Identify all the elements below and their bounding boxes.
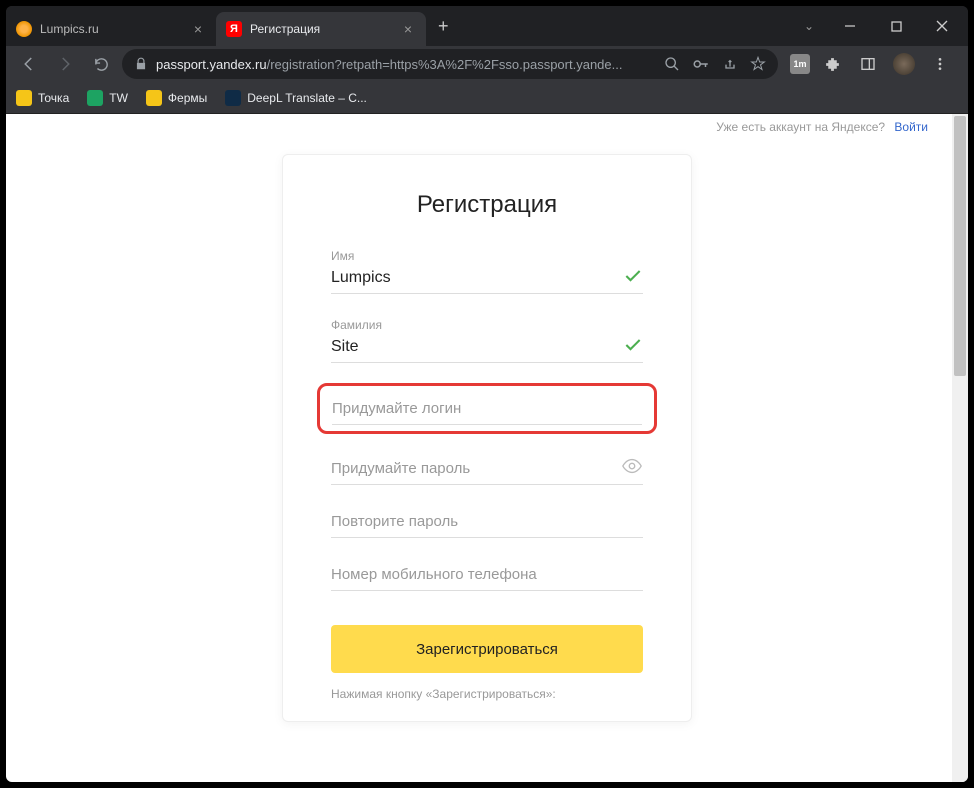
star-icon[interactable] bbox=[750, 56, 766, 72]
repeat-password-field bbox=[331, 509, 643, 538]
eye-icon[interactable] bbox=[621, 455, 643, 477]
extension-1m-icon[interactable]: 1m bbox=[790, 54, 810, 74]
header-login-row: Уже есть аккаунт на Яндексе? Войти bbox=[716, 120, 928, 134]
favicon-yandex: Я bbox=[226, 21, 242, 37]
bookmarks-bar: Точка TW Фермы DeepL Translate – C... bbox=[6, 82, 968, 114]
name-input[interactable] bbox=[331, 265, 643, 294]
tab-title: Lumpics.ru bbox=[40, 22, 184, 36]
repeat-password-input[interactable] bbox=[331, 509, 643, 538]
forward-button[interactable] bbox=[50, 49, 80, 79]
share-icon[interactable] bbox=[722, 56, 738, 72]
surname-field: Фамилия bbox=[331, 318, 643, 363]
url-text: passport.yandex.ru/registration?retpath=… bbox=[156, 57, 656, 72]
tab-dropdown-icon[interactable]: ⌄ bbox=[790, 19, 828, 33]
login-link[interactable]: Войти bbox=[894, 120, 928, 134]
close-icon[interactable]: × bbox=[400, 21, 416, 37]
registration-card: Регистрация Имя Фамилия bbox=[282, 154, 692, 722]
address-bar-row: passport.yandex.ru/registration?retpath=… bbox=[6, 46, 968, 82]
search-icon[interactable] bbox=[664, 56, 680, 72]
profile-avatar[interactable] bbox=[890, 50, 918, 78]
minimize-button[interactable] bbox=[828, 10, 872, 42]
check-icon bbox=[623, 335, 643, 355]
scrollbar[interactable] bbox=[952, 114, 968, 782]
panel-icon[interactable] bbox=[854, 50, 882, 78]
surname-input[interactable] bbox=[331, 334, 643, 363]
name-label: Имя bbox=[331, 249, 643, 263]
bookmark-tochka[interactable]: Точка bbox=[16, 90, 69, 106]
menu-icon[interactable] bbox=[926, 50, 954, 78]
bookmark-deepl[interactable]: DeepL Translate – C... bbox=[225, 90, 367, 106]
page-title: Регистрация bbox=[331, 191, 643, 219]
maximize-button[interactable] bbox=[874, 10, 918, 42]
address-bar[interactable]: passport.yandex.ru/registration?retpath=… bbox=[122, 49, 778, 79]
tab-lumpics[interactable]: Lumpics.ru × bbox=[6, 12, 216, 46]
login-highlight bbox=[317, 383, 657, 434]
login-field bbox=[332, 396, 642, 425]
check-icon bbox=[623, 266, 643, 286]
back-button[interactable] bbox=[14, 49, 44, 79]
bookmark-tw[interactable]: TW bbox=[87, 90, 128, 106]
phone-input[interactable] bbox=[331, 562, 643, 591]
page-viewport: Уже есть аккаунт на Яндексе? Войти Регис… bbox=[6, 114, 968, 782]
extensions-icon[interactable] bbox=[818, 50, 846, 78]
password-field bbox=[331, 456, 643, 485]
reload-button[interactable] bbox=[86, 49, 116, 79]
password-input[interactable] bbox=[331, 456, 643, 485]
new-tab-button[interactable]: + bbox=[426, 16, 461, 37]
name-field: Имя bbox=[331, 249, 643, 294]
bookmark-fermy[interactable]: Фермы bbox=[146, 90, 207, 106]
surname-label: Фамилия bbox=[331, 318, 643, 332]
phone-field bbox=[331, 562, 643, 591]
favicon-lumpics bbox=[16, 21, 32, 37]
tab-registration[interactable]: Я Регистрация × bbox=[216, 12, 426, 46]
close-button[interactable] bbox=[920, 10, 964, 42]
key-icon[interactable] bbox=[692, 55, 710, 73]
lock-icon bbox=[134, 57, 148, 71]
titlebar: Lumpics.ru × Я Регистрация × + ⌄ bbox=[6, 6, 968, 46]
tab-title: Регистрация bbox=[250, 22, 394, 36]
close-icon[interactable]: × bbox=[190, 21, 206, 37]
login-input[interactable] bbox=[332, 396, 642, 425]
register-button[interactable]: Зарегистрироваться bbox=[331, 625, 643, 673]
legal-text: Нажимая кнопку «Зарегистрироваться»: bbox=[331, 687, 643, 701]
